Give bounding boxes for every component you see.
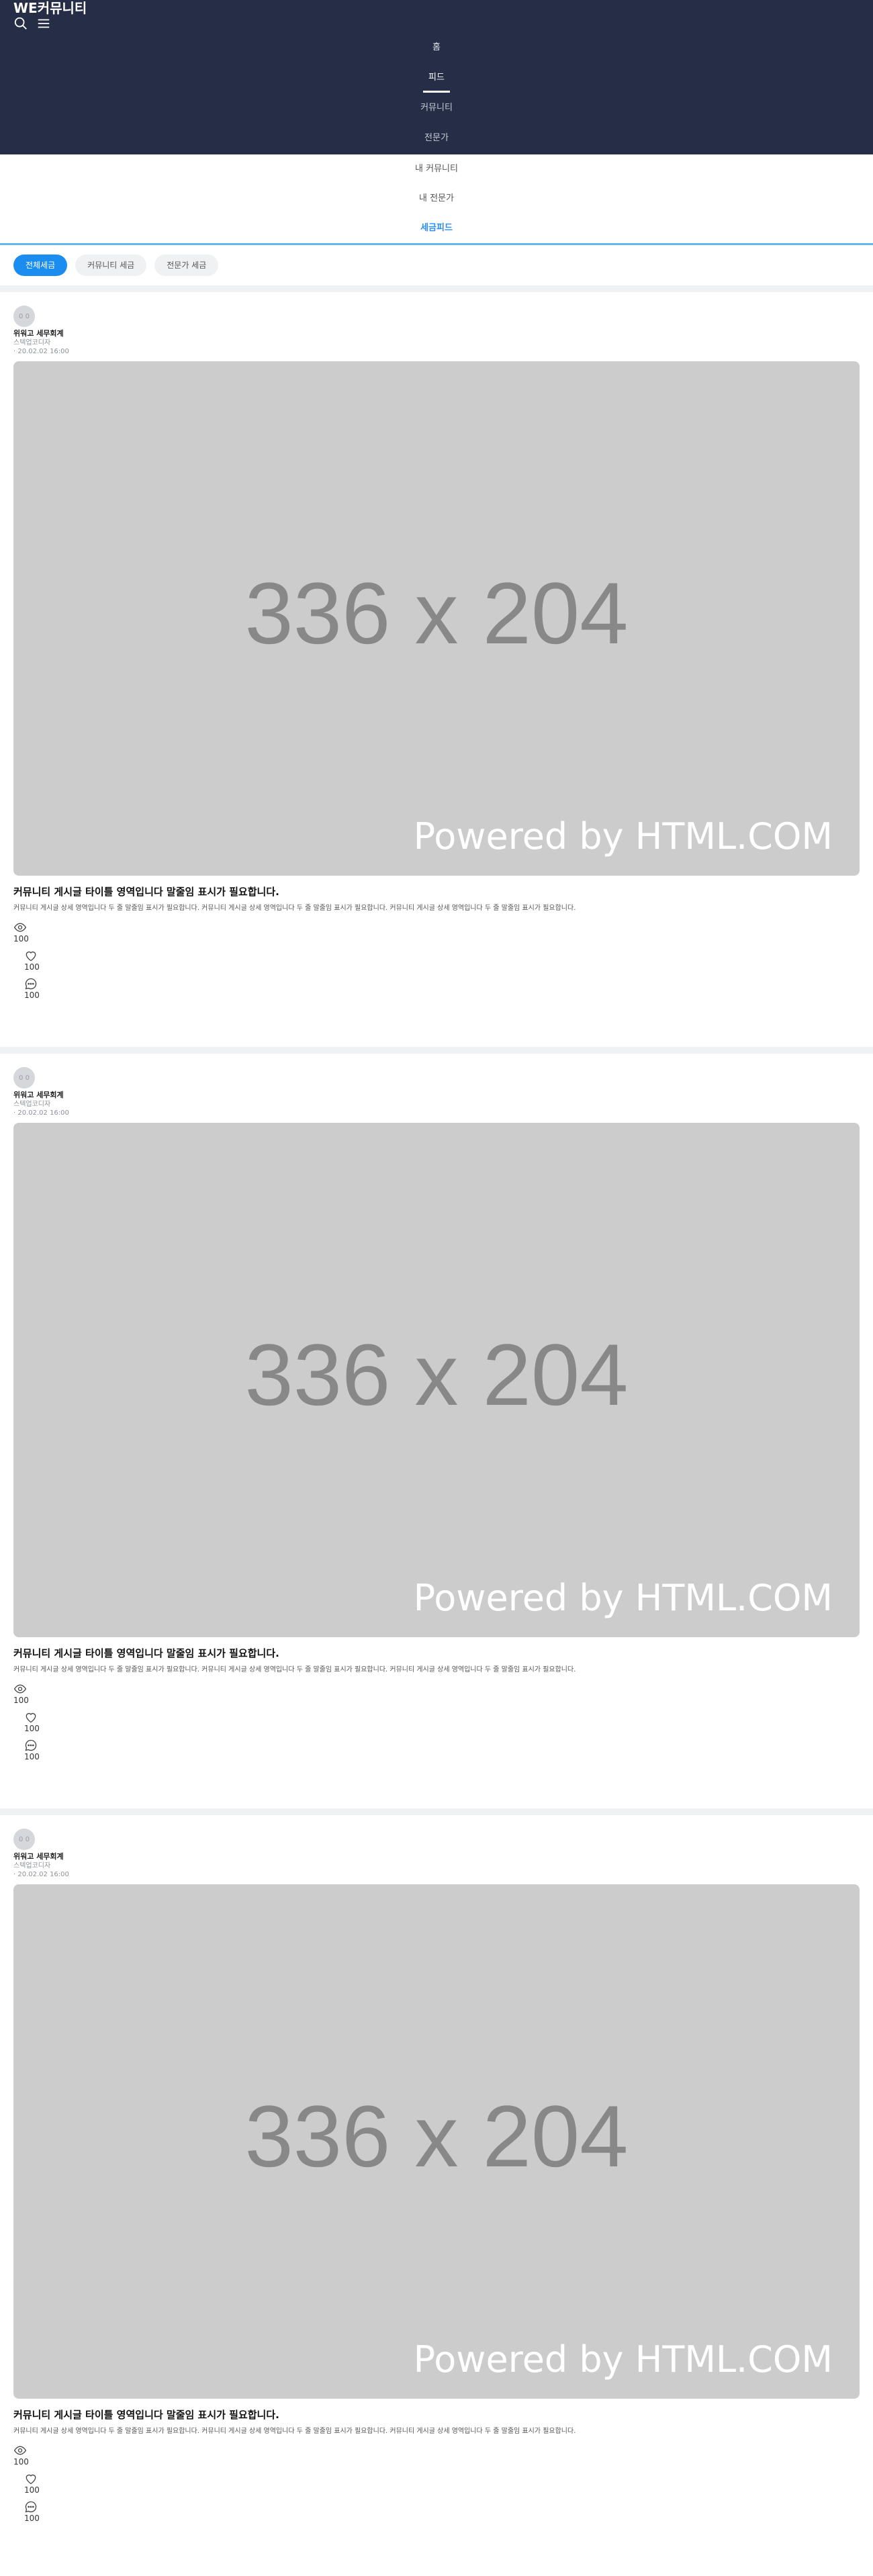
nav-feed[interactable]: 피드: [0, 62, 873, 93]
post-author[interactable]: 위워고 세무회계: [13, 1091, 860, 1100]
nav-feed-label: 피드: [428, 73, 445, 83]
filter-all-tax[interactable]: 전체세금: [13, 255, 68, 276]
views-count: 100: [13, 1696, 29, 1705]
likes-count: 100: [24, 2485, 40, 2495]
section-divider: [0, 285, 873, 292]
menu-icon[interactable]: [36, 16, 51, 31]
avatar[interactable]: 0 0: [13, 1829, 35, 1850]
search-icon[interactable]: [13, 16, 28, 31]
post-body: 커뮤니티 게시글 상세 영역입니다 두 줄 말줄임 표시가 필요합니다. 커뮤니…: [13, 905, 576, 912]
post-body: 커뮤니티 게시글 상세 영역입니다 두 줄 말줄임 표시가 필요합니다. 커뮤니…: [13, 2428, 576, 2435]
heart-icon[interactable]: [24, 1710, 860, 1724]
post-image[interactable]: 336 x 204 Powered by HTML.COM: [13, 1123, 860, 1637]
section-divider: [0, 1047, 873, 1054]
likes-stat[interactable]: 100: [24, 949, 860, 972]
nav-expert[interactable]: 전문가: [0, 123, 873, 153]
post-author-role: 스텍업코디자: [13, 1101, 51, 1108]
main-nav: 홈 피드 커뮤니티 전문가: [0, 32, 873, 153]
post-body: 커뮤니티 게시글 상세 영역입니다 두 줄 말줄임 표시가 필요합니다. 커뮤니…: [13, 1666, 576, 1673]
views-stat: 100: [13, 921, 860, 944]
post-author-role: 스텍업코디자: [13, 339, 51, 347]
subnav-my-community[interactable]: 내 커뮤니티: [0, 154, 873, 184]
likes-count: 100: [24, 962, 40, 972]
eye-icon: [13, 921, 860, 934]
avatar[interactable]: 0 0: [13, 1067, 35, 1089]
feed-post[interactable]: 0 0 위워고 세무회계 스텍업코디자 · 20.02.02 16:00 336…: [0, 1054, 873, 1808]
comments-stat[interactable]: 100: [24, 1739, 860, 1761]
heart-icon[interactable]: [24, 949, 860, 962]
views-count: 100: [13, 934, 29, 944]
eye-icon: [13, 2444, 860, 2457]
sub-nav: 내 커뮤니티 내 전문가 세금피드: [0, 154, 873, 243]
brand-logo[interactable]: WE커뮤니티: [13, 0, 87, 16]
comment-icon[interactable]: [24, 1739, 860, 1752]
comment-icon[interactable]: [24, 977, 860, 991]
section-divider: [0, 1808, 873, 1815]
comments-count: 100: [24, 991, 40, 1000]
avatar-initials: 0 0: [19, 1074, 30, 1082]
image-watermark: Powered by HTML.COM: [413, 2338, 833, 2381]
image-watermark: Powered by HTML.COM: [413, 815, 833, 858]
feed-post[interactable]: 0 0 위워고 세무회계 스텍업코디자 · 20.02.02 16:00 336…: [0, 292, 873, 1047]
top-header: WE커뮤니티 홈 피드 커뮤니티 전문가: [0, 0, 873, 154]
post-author-role: 스텍업코디자: [13, 1862, 51, 1870]
nav-community[interactable]: 커뮤니티: [0, 93, 873, 123]
post-title[interactable]: 커뮤니티 게시글 타이틀 영역입니다 말줄임 표시가 필요합니다.: [13, 1647, 860, 1660]
post-date: · 20.02.02 16:00: [13, 348, 69, 355]
post-title[interactable]: 커뮤니티 게시글 타이틀 영역입니다 말줄임 표시가 필요합니다.: [13, 885, 860, 899]
post-author[interactable]: 위워고 세무회계: [13, 329, 860, 338]
image-watermark: Powered by HTML.COM: [413, 1577, 833, 1619]
eye-icon: [13, 1682, 860, 1696]
filter-chips: 전체세금 커뮤니티 세금 전문가 세금: [0, 245, 873, 285]
comments-stat[interactable]: 100: [24, 977, 860, 1000]
heart-icon[interactable]: [24, 2472, 860, 2485]
likes-stat[interactable]: 100: [24, 1710, 860, 1733]
avatar[interactable]: 0 0: [13, 306, 35, 327]
header-icons: [13, 16, 51, 31]
subnav-my-expert[interactable]: 내 전문가: [0, 184, 873, 214]
likes-count: 100: [24, 1724, 40, 1733]
subnav-tax-feed[interactable]: 세금피드: [0, 214, 873, 243]
filter-expert-tax[interactable]: 전문가 세금: [154, 255, 219, 276]
views-stat: 100: [13, 1682, 860, 1705]
post-date: · 20.02.02 16:00: [13, 1871, 69, 1878]
likes-stat[interactable]: 100: [24, 2472, 860, 2495]
views-stat: 100: [13, 2444, 860, 2467]
post-title[interactable]: 커뮤니티 게시글 타이틀 영역입니다 말줄임 표시가 필요합니다.: [13, 2408, 860, 2422]
views-count: 100: [13, 2457, 29, 2467]
post-image[interactable]: 336 x 204 Powered by HTML.COM: [13, 361, 860, 876]
comment-icon[interactable]: [24, 2500, 860, 2514]
post-date: · 20.02.02 16:00: [13, 1109, 69, 1117]
filter-community-tax[interactable]: 커뮤니티 세금: [75, 255, 147, 276]
comments-count: 100: [24, 1752, 40, 1761]
post-author[interactable]: 위워고 세무회계: [13, 1852, 860, 1861]
avatar-initials: 0 0: [19, 1835, 30, 1843]
image-dimension-text: 336 x 204: [244, 564, 629, 662]
image-dimension-text: 336 x 204: [244, 1326, 629, 1424]
image-dimension-text: 336 x 204: [244, 2087, 629, 2185]
comments-count: 100: [24, 2514, 40, 2523]
avatar-initials: 0 0: [19, 312, 30, 320]
nav-home[interactable]: 홈: [0, 32, 873, 62]
feed-post[interactable]: 0 0 위워고 세무회계 스텍업코디자 · 20.02.02 16:00 336…: [0, 1815, 873, 2570]
comments-stat[interactable]: 100: [24, 2500, 860, 2523]
post-image[interactable]: 336 x 204 Powered by HTML.COM: [13, 1884, 860, 2399]
